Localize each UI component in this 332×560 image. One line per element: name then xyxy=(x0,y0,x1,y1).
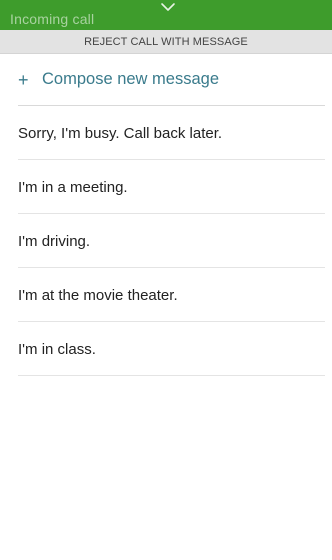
message-text: I'm at the movie theater. xyxy=(18,286,178,304)
message-text: I'm driving. xyxy=(18,232,91,250)
quick-message-item[interactable]: I'm driving. xyxy=(0,214,332,268)
message-text: Sorry, I'm busy. Call back later. xyxy=(18,124,223,142)
chevron-down-icon[interactable] xyxy=(160,2,176,12)
divider xyxy=(18,375,325,376)
message-text: I'm in a meeting. xyxy=(18,178,128,196)
plus-icon: + xyxy=(18,69,29,90)
call-status-bar: Incoming call xyxy=(0,0,332,30)
quick-message-item[interactable]: I'm in class. xyxy=(0,322,332,376)
quick-message-list: Sorry, I'm busy. Call back later. I'm in… xyxy=(0,106,332,376)
reject-message-sheet: + Compose new message Sorry, I'm busy. C… xyxy=(0,54,332,560)
incoming-call-label: Incoming call xyxy=(10,11,95,27)
quick-message-item[interactable]: Sorry, I'm busy. Call back later. xyxy=(0,106,332,160)
compose-label: Compose new message xyxy=(42,70,220,88)
panel-title: REJECT CALL WITH MESSAGE xyxy=(84,35,248,48)
reject-message-header: REJECT CALL WITH MESSAGE xyxy=(0,30,332,54)
message-text: I'm in class. xyxy=(18,340,96,358)
quick-message-item[interactable]: I'm in a meeting. xyxy=(0,160,332,214)
quick-message-item[interactable]: I'm at the movie theater. xyxy=(0,268,332,322)
compose-new-message-button[interactable]: + Compose new message xyxy=(18,54,325,106)
